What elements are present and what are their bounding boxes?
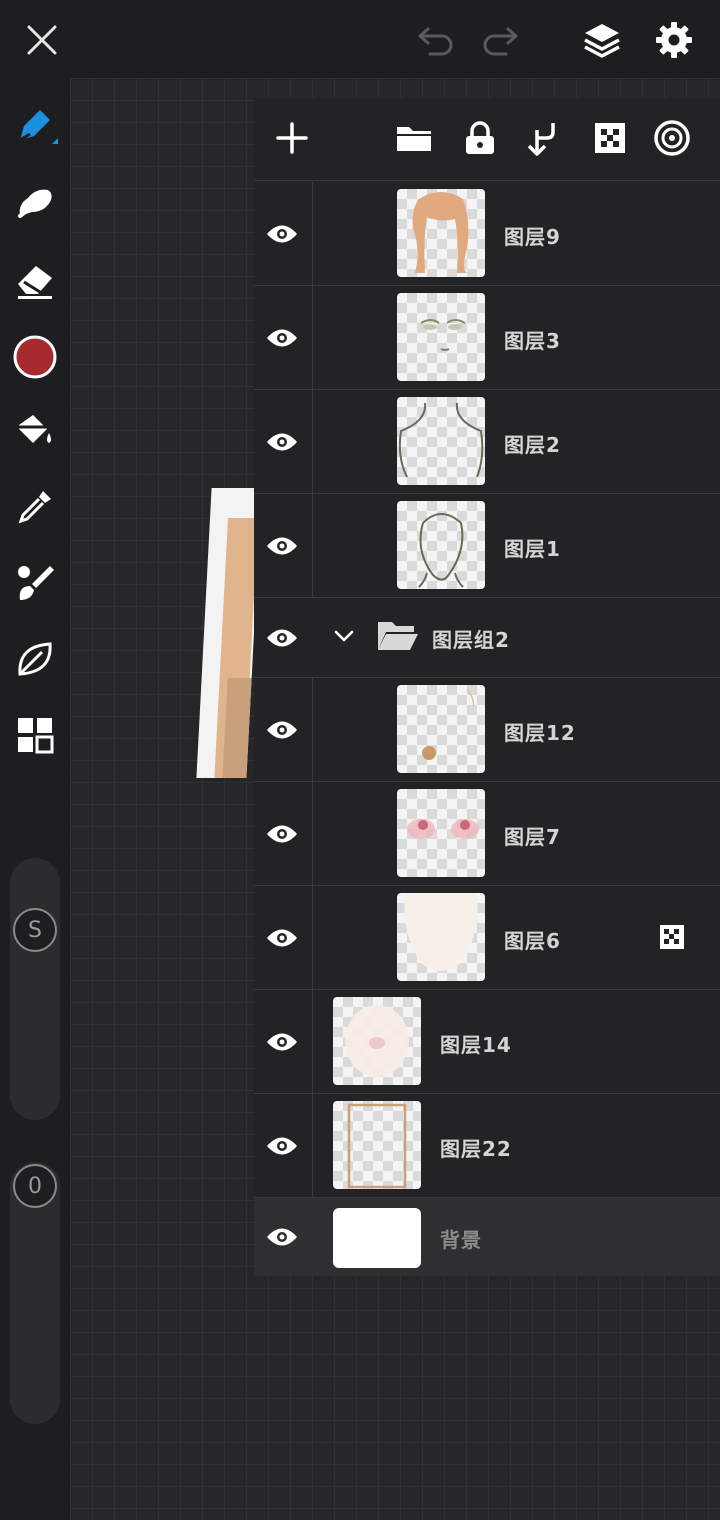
eraser-icon[interactable] — [12, 258, 58, 304]
layers-panel: 图层9 图层3 图层2 图层1 图层组2 图层12 图层7 图层6 图层14 图… — [254, 98, 720, 1276]
color-swatch[interactable] — [12, 334, 58, 380]
eye-icon[interactable] — [264, 532, 300, 560]
checkerboard-icon[interactable] — [588, 116, 632, 160]
top-bar — [0, 0, 720, 78]
layer-thumbnail — [333, 997, 421, 1085]
merge-down-icon[interactable] — [522, 116, 566, 160]
opacity-label: 0 — [28, 1173, 42, 1199]
layer-thumbnail — [397, 501, 485, 589]
layer-thumbnail — [397, 293, 485, 381]
layer-name: 图层9 — [504, 225, 561, 249]
layer-name: 图层22 — [440, 1137, 512, 1161]
layers-toolbar — [254, 98, 720, 181]
eye-icon[interactable] — [264, 1223, 300, 1251]
eye-icon[interactable] — [264, 820, 300, 848]
opacity-knob[interactable]: 0 — [13, 1164, 57, 1208]
brush-size-slider[interactable] — [10, 858, 60, 1120]
background-color-thumbnail — [333, 1208, 421, 1268]
layer-group-name: 图层组2 — [432, 628, 510, 652]
layer-row[interactable]: 图层9 — [254, 182, 720, 286]
layer-thumbnail — [397, 893, 485, 981]
eye-icon[interactable] — [264, 220, 300, 248]
background-layer-row[interactable]: 背景 — [254, 1198, 720, 1276]
eye-icon[interactable] — [264, 924, 300, 952]
layer-row[interactable]: 图层12 — [254, 678, 720, 782]
pen-tool-icon[interactable] — [12, 104, 58, 150]
layer-thumbnail — [333, 1101, 421, 1189]
folder-open-icon — [376, 618, 420, 654]
eyedropper-icon[interactable] — [12, 484, 58, 530]
eye-icon[interactable] — [264, 324, 300, 352]
layer-name: 图层7 — [504, 825, 561, 849]
eye-icon[interactable] — [264, 1132, 300, 1160]
layer-name: 图层2 — [504, 433, 561, 457]
layer-row[interactable]: 图层7 — [254, 782, 720, 886]
layers-icon[interactable] — [580, 18, 624, 62]
layer-name: 图层6 — [504, 929, 561, 953]
redo-icon[interactable] — [478, 18, 522, 62]
brush-icon[interactable] — [12, 560, 58, 606]
layer-thumbnail — [397, 789, 485, 877]
layer-row[interactable]: 图层14 — [254, 990, 720, 1094]
fill-bucket-icon[interactable] — [12, 408, 58, 454]
brush-size-knob[interactable]: S — [13, 908, 57, 952]
chevron-down-icon[interactable] — [332, 626, 356, 646]
checkerboard-icon[interactable] — [659, 924, 685, 950]
layer-row[interactable]: 图层2 — [254, 390, 720, 494]
tool-sidebar: S 0 — [0, 78, 70, 1520]
brush-size-label: S — [28, 917, 42, 943]
layer-name: 图层14 — [440, 1033, 512, 1057]
layer-name: 图层3 — [504, 329, 561, 353]
layer-row[interactable]: 图层22 — [254, 1094, 720, 1198]
settings-icon[interactable] — [652, 18, 696, 62]
layer-thumbnail — [397, 189, 485, 277]
layer-row[interactable]: 图层1 — [254, 494, 720, 598]
eye-icon[interactable] — [264, 1028, 300, 1056]
eye-icon[interactable] — [264, 624, 300, 652]
layer-row[interactable]: 图层3 — [254, 286, 720, 390]
layer-name: 图层1 — [504, 537, 561, 561]
layer-group-row[interactable]: 图层组2 — [254, 598, 720, 678]
smudge-icon[interactable] — [12, 180, 58, 226]
eye-icon[interactable] — [264, 716, 300, 744]
layer-thumbnail — [397, 397, 485, 485]
eye-icon[interactable] — [264, 428, 300, 456]
layer-name: 图层12 — [504, 721, 576, 745]
layer-thumbnail — [397, 685, 485, 773]
layer-row[interactable]: 图层6 — [254, 886, 720, 990]
folder-icon[interactable] — [392, 116, 436, 160]
add-icon[interactable] — [270, 116, 314, 160]
target-icon[interactable] — [650, 116, 694, 160]
leaf-icon[interactable] — [12, 636, 58, 682]
grid-icon[interactable] — [12, 712, 58, 758]
close-icon[interactable] — [20, 18, 64, 62]
lock-icon[interactable] — [458, 116, 502, 160]
undo-icon[interactable] — [414, 18, 458, 62]
layer-name: 背景 — [440, 1228, 482, 1252]
